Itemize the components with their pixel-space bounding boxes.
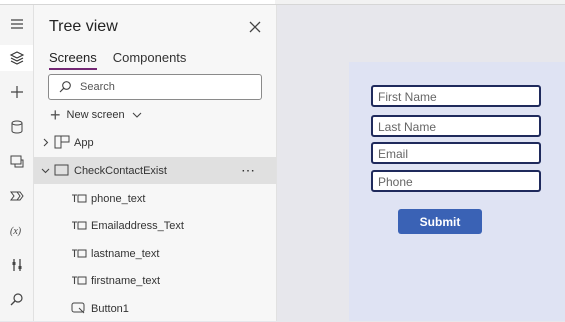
tree-item-label: App	[74, 136, 94, 149]
tree-item-screen[interactable]: CheckContactExist ⋯	[34, 157, 276, 184]
tree-view-panel: Tree view Screens Components Search + Ne…	[34, 5, 277, 321]
tree-item-control[interactable]: Button1	[34, 295, 276, 322]
plus-icon: +	[50, 105, 61, 125]
tab-components[interactable]: Components	[113, 50, 187, 70]
text-input-icon	[72, 221, 87, 230]
chevron-down-icon[interactable]	[132, 110, 142, 120]
text-input-icon	[72, 249, 87, 258]
text-input-icon	[72, 194, 87, 203]
search-icon	[59, 81, 71, 93]
button-control-icon	[71, 302, 85, 314]
tree-item-control[interactable]: phone_text	[34, 185, 276, 212]
submit-button[interactable]: Submit	[398, 209, 482, 234]
variables-icon[interactable]: (x)	[4, 217, 30, 243]
tree-item-label: Emailaddress_Text	[91, 219, 184, 232]
tree-item-label: phone_text	[91, 192, 146, 205]
tree-item-control[interactable]: firstname_text	[34, 267, 276, 294]
last-name-field[interactable]: Last Name	[371, 115, 541, 137]
first-name-field[interactable]: First Name	[371, 85, 541, 107]
tree-item-label: lastname_text	[91, 247, 160, 260]
plus-icon[interactable]	[4, 79, 30, 105]
power-automate-icon[interactable]	[4, 183, 30, 209]
tree-item-app[interactable]: App	[34, 129, 276, 156]
media-icon[interactable]	[4, 148, 30, 174]
top-strip-segment	[275, 0, 565, 4]
left-rail: (x)	[0, 5, 34, 321]
screen-icon	[54, 164, 69, 176]
chevron-down-icon[interactable]	[41, 166, 50, 175]
panel-title: Tree view	[49, 18, 118, 35]
text-input-icon	[72, 276, 87, 285]
tree-item-control[interactable]: Emailaddress_Text	[34, 212, 276, 239]
app-icon	[54, 135, 70, 149]
tools-icon[interactable]	[4, 252, 30, 278]
email-field[interactable]: Email	[371, 142, 541, 164]
search-placeholder: Search	[80, 81, 115, 93]
svg-text:(x): (x)	[10, 226, 22, 237]
screen-preview[interactable]: First Name Last Name Email Phone Submit	[349, 62, 565, 321]
tree-tabs: Screens Components	[49, 50, 186, 70]
phone-field[interactable]: Phone	[371, 170, 541, 192]
layers-icon[interactable]	[0, 45, 33, 71]
new-screen-button[interactable]: + New screen	[50, 106, 142, 124]
tree-item-label: Button1	[91, 302, 129, 315]
chevron-right-icon[interactable]	[41, 138, 50, 147]
database-icon[interactable]	[4, 114, 30, 140]
tree-item-control[interactable]: lastname_text	[34, 240, 276, 267]
tab-screens[interactable]: Screens	[49, 50, 97, 70]
search-input[interactable]: Search	[48, 74, 262, 100]
tree-item-label: CheckContactExist	[74, 164, 167, 177]
hamburger-icon[interactable]	[4, 11, 30, 37]
new-screen-label: New screen	[66, 109, 125, 121]
close-icon[interactable]	[248, 20, 262, 34]
search-icon[interactable]	[4, 286, 30, 312]
tree-item-label: firstname_text	[91, 274, 161, 287]
more-options-icon[interactable]: ⋯	[241, 162, 256, 179]
